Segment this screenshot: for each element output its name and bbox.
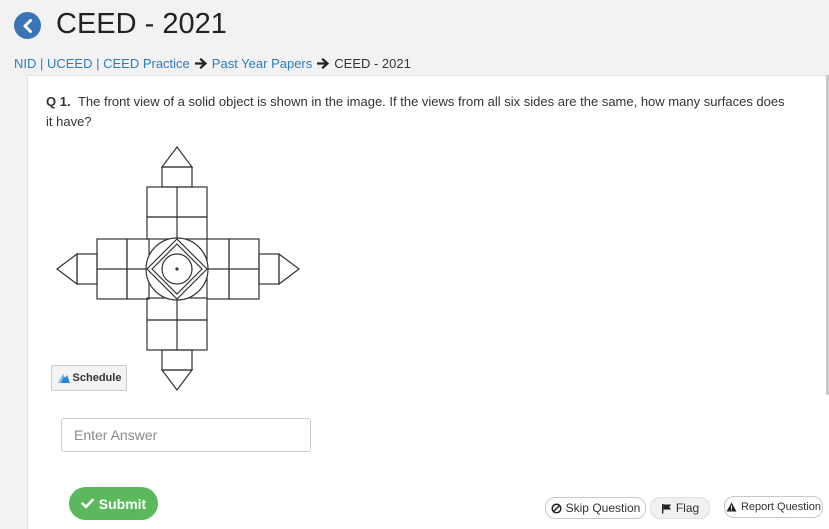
page-title: CEED - 2021 [56,8,227,40]
figure-bottom-cap [161,349,193,371]
breadcrumb-link-practice[interactable]: NID | UCEED | CEED Practice [14,56,190,71]
ban-icon [551,502,562,514]
figure-right-triangle [278,252,300,286]
flag-label: Flag [675,501,700,515]
back-button[interactable] [14,12,41,39]
figure-center-dot [175,267,179,271]
flag-button[interactable]: Flag [650,497,710,519]
question-figure [56,146,300,391]
breadcrumb: NID | UCEED | CEED Practice Past Year Pa… [14,56,411,71]
figure-left-cap [76,253,98,285]
submit-button[interactable]: Submit [69,487,158,520]
figure-top-triangle [160,146,194,168]
figure-top-cap [161,166,193,188]
breadcrumb-link-past-papers[interactable]: Past Year Papers [212,56,312,71]
figure-right-cap [258,253,280,285]
breadcrumb-current: CEED - 2021 [334,56,411,71]
submit-label: Submit [98,495,147,512]
skip-question-button[interactable]: Skip Question [545,497,646,519]
warning-icon [726,502,737,512]
figure-bottom-triangle [160,369,194,391]
schedule-logo-icon [57,374,70,383]
question-text: Q 1. The front view of a solid object is… [46,92,786,132]
question-card: Q 1. The front view of a solid object is… [27,75,829,529]
report-question-button[interactable]: Report Question [724,496,823,518]
figure-left-triangle [56,252,78,286]
report-question-label: Report Question [740,501,822,513]
schedule-button[interactable]: Schedule [51,365,127,391]
arrow-right-icon [317,58,330,69]
header: CEED - 2021 [0,0,829,50]
question-body: The front view of a solid object is show… [46,94,785,129]
schedule-label: Schedule [72,372,122,384]
skip-question-label: Skip Question [565,501,641,515]
check-icon [80,498,94,509]
chevron-left-icon [23,18,32,33]
answer-input[interactable] [61,418,311,452]
flag-icon [661,503,671,513]
arrow-right-icon [194,58,207,69]
question-number: Q 1. [46,94,71,109]
